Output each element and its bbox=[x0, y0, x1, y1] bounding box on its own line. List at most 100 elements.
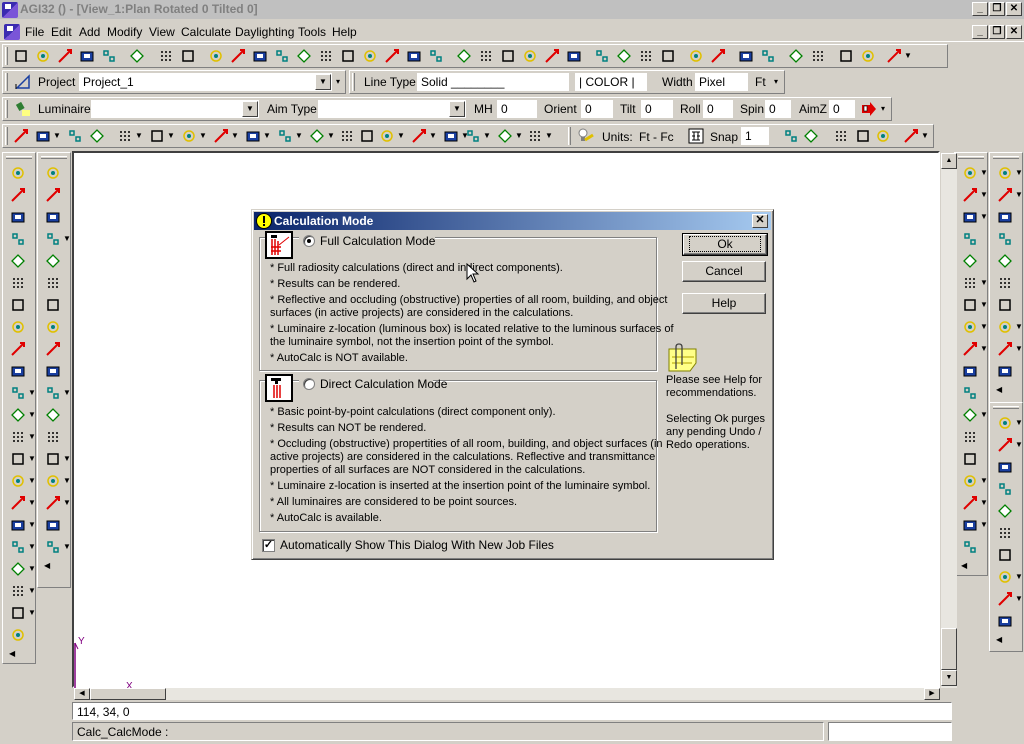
horizontal-scroll-thumb[interactable] bbox=[90, 688, 166, 700]
vertical-scroll-thumb[interactable] bbox=[941, 628, 957, 670]
building-arrow-icon[interactable] bbox=[997, 547, 1013, 563]
dropdown-arrow[interactable]: ▼ bbox=[231, 131, 239, 140]
dropdown-arrow[interactable]: ▼ bbox=[295, 131, 303, 140]
snap-field[interactable]: 1 bbox=[741, 127, 769, 145]
arrow-icon[interactable] bbox=[10, 517, 26, 533]
luminaire-label-icon[interactable] bbox=[35, 128, 51, 144]
hammer-icon[interactable] bbox=[10, 539, 26, 555]
menu-help[interactable]: Help bbox=[332, 25, 357, 39]
dropdown-arrow[interactable]: ▼ bbox=[429, 131, 437, 140]
dropdown-arrow[interactable]: ▼ bbox=[397, 131, 405, 140]
room-hammer-icon[interactable] bbox=[962, 363, 978, 379]
daylight-points-icon[interactable] bbox=[45, 341, 61, 357]
toolbar-grip[interactable] bbox=[41, 156, 67, 159]
table-icon[interactable] bbox=[10, 341, 26, 357]
arrow-in-icon[interactable] bbox=[544, 48, 560, 64]
dropdown-arrow[interactable]: ▼ bbox=[1015, 168, 1023, 177]
calc-panel-icon[interactable] bbox=[738, 48, 754, 64]
polygon-points-icon[interactable] bbox=[45, 275, 61, 291]
orient-field[interactable]: 0 bbox=[581, 100, 613, 118]
building-no-view-icon[interactable] bbox=[997, 613, 1013, 629]
point-grid-icon[interactable] bbox=[45, 187, 61, 203]
dropdown-arrow[interactable]: ▼ bbox=[1015, 594, 1023, 603]
toolbar-options-arrow[interactable]: ▾ bbox=[881, 104, 885, 113]
aim-arrow-icon[interactable] bbox=[277, 128, 293, 144]
room-ellipse-icon[interactable] bbox=[962, 187, 978, 203]
set-square-icon[interactable] bbox=[15, 74, 31, 90]
chevron-down-icon[interactable]: ▼ bbox=[242, 101, 258, 117]
dropdown-arrow[interactable]: ▼ bbox=[483, 131, 491, 140]
no-grid-icon[interactable] bbox=[45, 385, 61, 401]
building-circle-icon[interactable] bbox=[997, 437, 1013, 453]
toolbar-scroll-arrow[interactable]: ◀ bbox=[996, 635, 1002, 644]
vertical-scrollbar[interactable]: ▲ ▼ bbox=[941, 153, 957, 688]
coordinate-readout[interactable]: 114, 34, 0 bbox=[72, 702, 952, 720]
text-hammer-icon[interactable] bbox=[10, 627, 26, 643]
leaf-icon[interactable] bbox=[10, 583, 26, 599]
document-icon[interactable] bbox=[4, 24, 20, 40]
auto-show-label[interactable]: Automatically Show This Dialog With New … bbox=[280, 539, 554, 552]
dropdown-arrow[interactable]: ▼ bbox=[53, 131, 61, 140]
toolbar-scroll-arrow[interactable]: ◀ bbox=[9, 649, 15, 658]
room-rotate-icon[interactable] bbox=[962, 429, 978, 445]
luminaire-icon[interactable] bbox=[15, 101, 31, 117]
full-calc-radio[interactable] bbox=[303, 235, 315, 247]
view-iso-2-icon[interactable] bbox=[616, 48, 632, 64]
view-back-icon[interactable] bbox=[406, 48, 422, 64]
view-iso-4-icon[interactable] bbox=[660, 48, 676, 64]
dropdown-arrow[interactable]: ▼ bbox=[980, 212, 988, 221]
room-texture-icon[interactable] bbox=[962, 319, 978, 335]
menu-modify[interactable]: Modify bbox=[107, 25, 142, 39]
dropdown-arrow[interactable]: ▼ bbox=[1015, 572, 1023, 581]
color-field[interactable]: | COLOR | bbox=[575, 73, 647, 91]
room-hash-icon[interactable] bbox=[962, 473, 978, 489]
anchor-icon[interactable] bbox=[10, 165, 26, 181]
zoom-extents-icon[interactable] bbox=[362, 48, 378, 64]
box-icon[interactable] bbox=[10, 253, 26, 269]
building-step-icon[interactable] bbox=[997, 459, 1013, 475]
roll-field[interactable]: 0 bbox=[703, 100, 733, 118]
aimz-field[interactable]: 0 bbox=[829, 100, 855, 118]
dialog-close-button[interactable]: ✕ bbox=[752, 214, 768, 228]
eye-icon[interactable] bbox=[688, 48, 704, 64]
bug-icon[interactable] bbox=[339, 128, 355, 144]
grid-points-icon[interactable] bbox=[45, 231, 61, 247]
mh-field[interactable]: 0 bbox=[497, 100, 537, 118]
toolbar-grip[interactable] bbox=[5, 100, 8, 118]
object-ellipse-icon[interactable] bbox=[997, 187, 1013, 203]
toolbar-grip[interactable] bbox=[993, 156, 1019, 159]
direct-calc-radio[interactable] bbox=[303, 378, 315, 390]
room-view-icon[interactable] bbox=[962, 517, 978, 533]
eye-folder-icon[interactable] bbox=[566, 48, 582, 64]
room-no-entry-icon[interactable] bbox=[962, 341, 978, 357]
bars-icon[interactable] bbox=[788, 48, 804, 64]
object-stair-icon[interactable] bbox=[997, 209, 1013, 225]
hatch-icon[interactable] bbox=[10, 385, 26, 401]
room-no-view-icon[interactable] bbox=[962, 539, 978, 555]
toolbar-grip[interactable] bbox=[352, 73, 355, 91]
dotted-grid-icon[interactable] bbox=[45, 517, 61, 533]
view-iso-3-icon[interactable] bbox=[638, 48, 654, 64]
object-hammer-icon[interactable] bbox=[997, 275, 1013, 291]
trim-icon[interactable] bbox=[497, 128, 513, 144]
dropdown-arrow[interactable]: ▼ bbox=[980, 322, 988, 331]
pencil-icon[interactable] bbox=[208, 48, 224, 64]
close-button[interactable]: ✕ bbox=[1006, 2, 1022, 16]
minimize-button[interactable]: _ bbox=[972, 2, 988, 16]
scroll-up-button[interactable]: ▲ bbox=[941, 153, 957, 169]
bomb-icon[interactable] bbox=[10, 495, 26, 511]
dropdown-arrow[interactable]: ▼ bbox=[28, 476, 36, 485]
dropdown-arrow[interactable]: ▼ bbox=[980, 476, 988, 485]
restore-button[interactable]: ❐ bbox=[989, 2, 1005, 16]
dropdown-arrow[interactable]: ▼ bbox=[980, 168, 988, 177]
dropdown-arrow[interactable]: ▼ bbox=[199, 131, 207, 140]
pole-icon[interactable] bbox=[181, 128, 197, 144]
doc-close-button[interactable]: ✕ bbox=[1006, 25, 1022, 39]
building-hash-icon[interactable] bbox=[997, 569, 1013, 585]
building-hammer-icon[interactable] bbox=[997, 525, 1013, 541]
grid-snap-icon[interactable] bbox=[465, 128, 481, 144]
render-points-icon[interactable] bbox=[45, 319, 61, 335]
import-icon[interactable] bbox=[57, 48, 73, 64]
dropdown-arrow[interactable]: ▼ bbox=[28, 564, 36, 573]
horizontal-scrollbar[interactable]: ◀ ▶ bbox=[74, 688, 940, 700]
